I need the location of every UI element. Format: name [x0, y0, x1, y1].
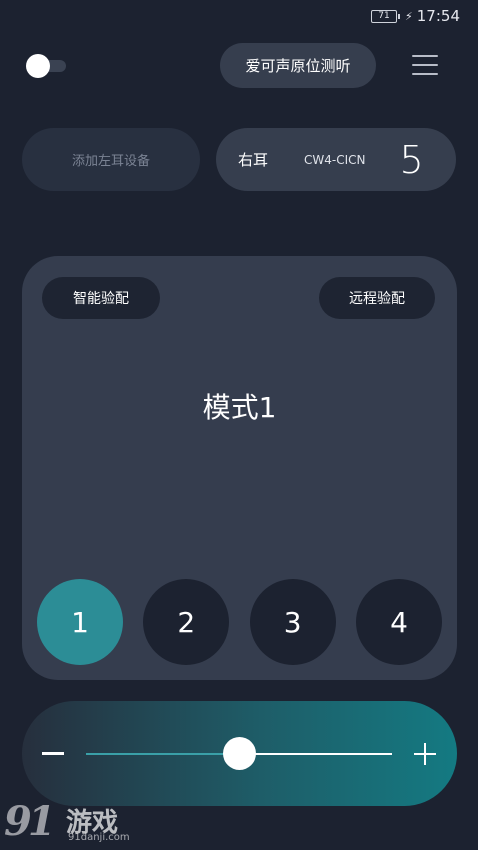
mode-selector: 1 2 3 4 — [37, 579, 442, 665]
battery-level: 71 — [378, 10, 390, 21]
mode-title: 模式1 — [202, 391, 277, 424]
volume-slider-fill — [86, 753, 239, 755]
menu-line — [412, 64, 438, 66]
watermark-site: 91danji.com — [68, 832, 130, 843]
power-toggle[interactable] — [26, 54, 68, 78]
mode-button-label: 3 — [283, 605, 302, 639]
clock: 17:54 — [416, 7, 460, 25]
mode-button-1[interactable]: 1 — [37, 579, 123, 665]
in-situ-hearing-test-label: 爱可声原位测听 — [245, 57, 351, 75]
add-left-ear-label: 添加左耳设备 — [71, 154, 150, 169]
remote-fit-button[interactable]: 远程验配 — [319, 277, 435, 319]
menu-line — [412, 73, 438, 75]
add-left-ear-device-button[interactable]: 添加左耳设备 — [22, 128, 200, 191]
mode-panel: 智能验配 远程验配 模式1 1 2 3 4 — [22, 256, 457, 680]
watermark: 91 游戏 91danji.com — [4, 798, 144, 848]
mode-button-2[interactable]: 2 — [143, 579, 230, 665]
mode-button-label: 1 — [71, 605, 89, 639]
device-number: 5 — [399, 137, 424, 182]
in-situ-hearing-test-button[interactable]: 爱可声原位测听 — [220, 43, 376, 88]
status-bar: 71 ⚡ 17:54 — [0, 0, 478, 32]
menu-icon[interactable] — [412, 55, 438, 75]
minus-icon[interactable] — [42, 752, 64, 755]
charging-icon: ⚡ — [405, 9, 413, 23]
volume-control — [22, 701, 457, 806]
battery-icon: 71 — [371, 9, 401, 23]
volume-slider-handle[interactable] — [223, 737, 256, 770]
mode-button-3[interactable]: 3 — [249, 579, 336, 665]
smart-fit-button[interactable]: 智能验配 — [42, 277, 160, 319]
menu-line — [412, 55, 438, 57]
toggle-knob — [26, 54, 50, 78]
smart-fit-label: 智能验配 — [73, 291, 129, 307]
watermark-logo: 91 — [4, 798, 56, 845]
mode-button-4[interactable]: 4 — [355, 579, 442, 665]
right-ear-label: 右耳 — [238, 151, 269, 169]
mode-button-label: 4 — [390, 605, 408, 639]
right-ear-device-card[interactable]: 右耳 CW4-CICN 5 — [216, 128, 456, 191]
volume-slider-track[interactable] — [86, 737, 392, 770]
mode-button-label: 2 — [177, 605, 196, 639]
remote-fit-label: 远程验配 — [349, 291, 405, 307]
device-model: CW4-CICN — [304, 152, 366, 167]
plus-icon[interactable] — [414, 743, 436, 765]
